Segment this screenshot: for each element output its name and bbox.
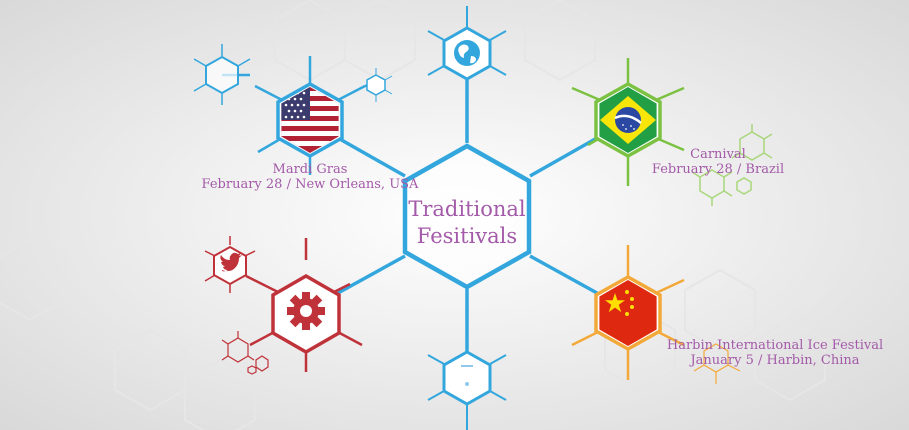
brazil-festival-detail: February 28 / Brazil	[651, 162, 785, 177]
usa-festival-label: Mardi Gras February 28 / New Orleans, US…	[202, 162, 419, 192]
china-festival-name: Harbin International Ice Festival	[666, 338, 884, 353]
gear-icon	[287, 292, 325, 330]
usa-festival-name: Mardi Gras	[272, 162, 348, 177]
china-festival-label: Harbin International Ice Festival Januar…	[667, 338, 883, 368]
globe-icon	[454, 40, 480, 66]
central-title-line-1: Traditional	[408, 197, 526, 221]
brazil-festival-label: Carnival February 28 / Brazil	[652, 147, 784, 177]
brazil-festival-name: Carnival	[690, 147, 746, 162]
china-festival-detail: January 5 / Harbin, China	[690, 353, 860, 368]
central-title-line-2: Fesitivals	[416, 224, 518, 248]
central-topic-title[interactable]: Traditional Fesitivals	[408, 196, 525, 250]
usa-festival-detail: February 28 / New Orleans, USA	[201, 177, 419, 192]
